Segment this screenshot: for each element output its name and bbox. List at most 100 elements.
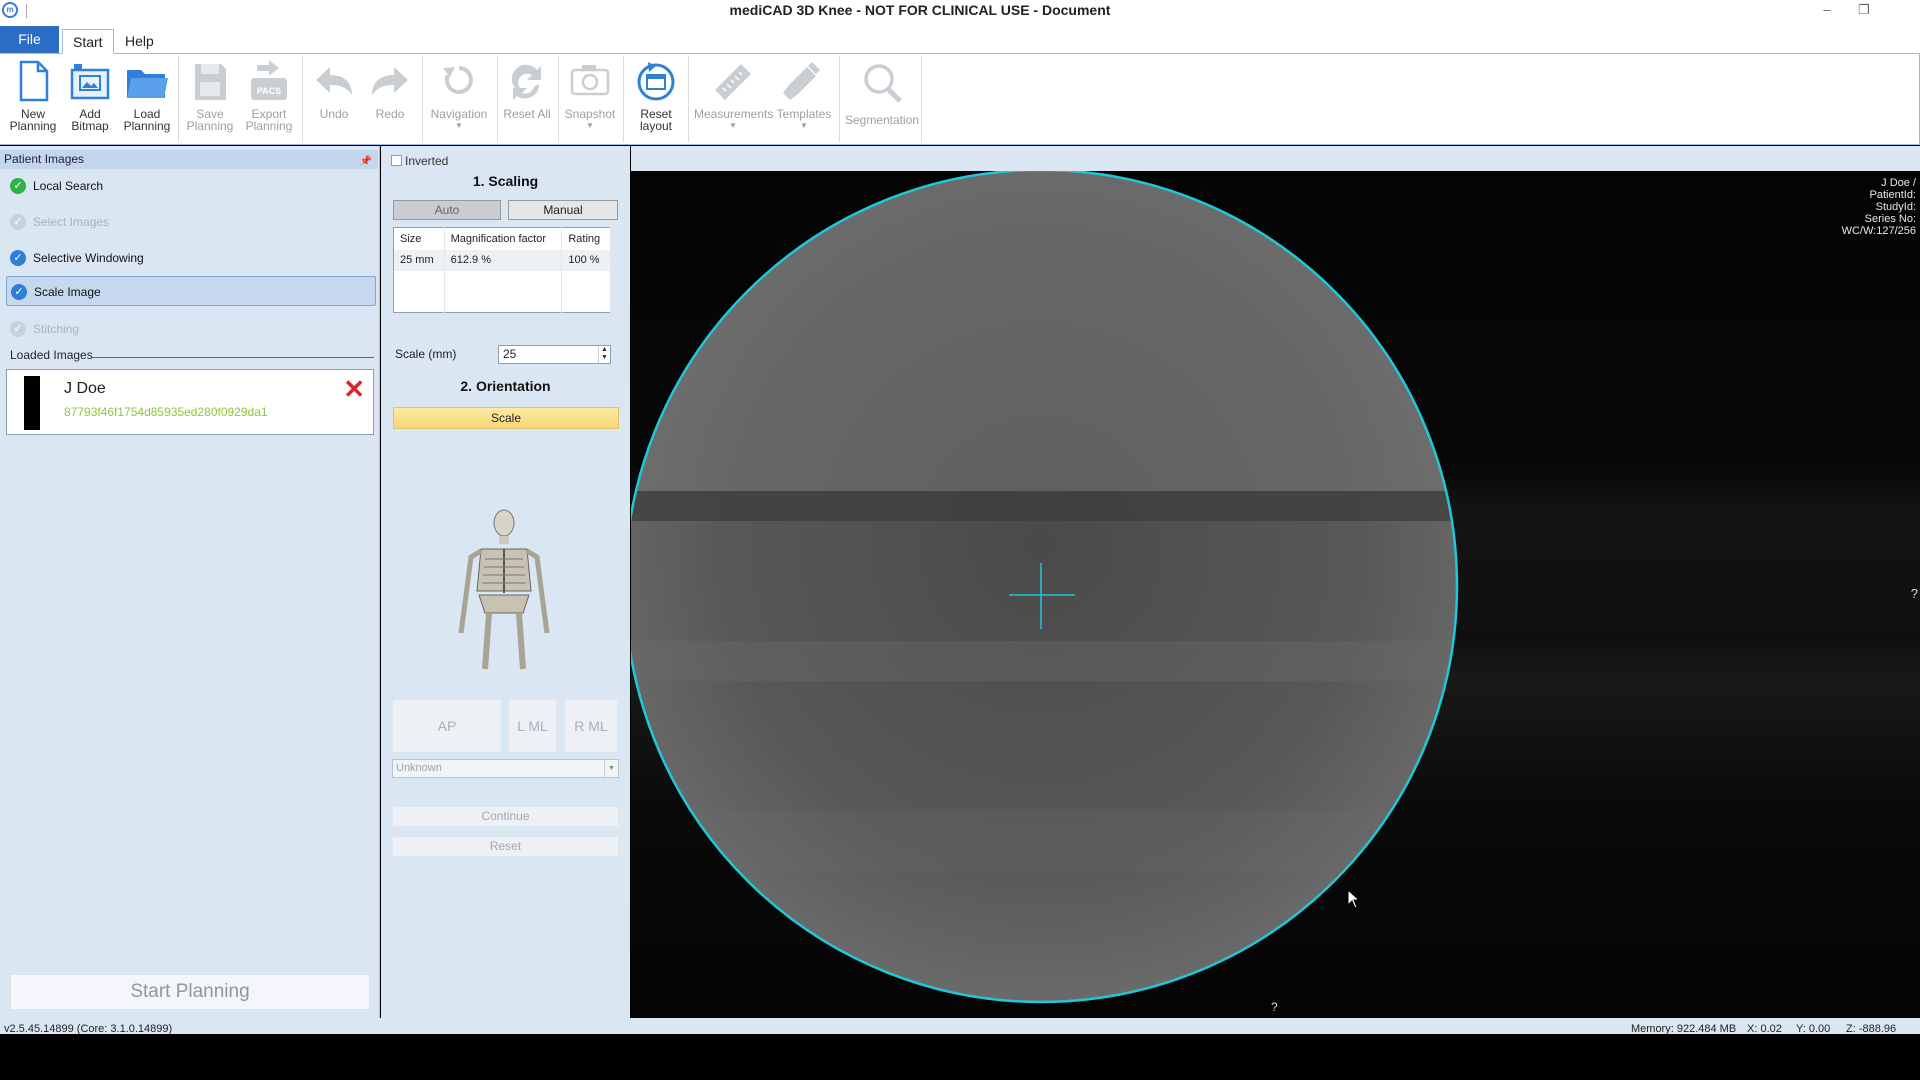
tab-help[interactable]: Help — [115, 29, 164, 54]
undo-button[interactable]: Undo — [310, 58, 358, 142]
xray-image[interactable] — [631, 171, 1920, 1018]
scaling-table: Size Magnification factor Rating 25 mm 6… — [393, 227, 611, 313]
orientation-rml-button[interactable]: R ML — [564, 699, 618, 753]
step-select-images[interactable]: ✓ Select Images — [6, 207, 376, 237]
add-bitmap-button[interactable]: Add Bitmap — [66, 58, 114, 142]
orientation-title: 2. Orientation — [460, 378, 551, 394]
start-planning-button[interactable]: Start Planning — [10, 974, 370, 1010]
save-icon — [195, 64, 226, 100]
step-label: Stitching — [33, 322, 80, 336]
overlay-study-id: StudyId: — [1875, 201, 1916, 213]
viewer-top-gap — [631, 146, 1920, 171]
image-viewer[interactable]: J Doe / PatientId: StudyId: Series No: W… — [631, 171, 1920, 1018]
new-planning-button[interactable]: New Planning — [8, 58, 58, 142]
divider — [92, 357, 374, 358]
overlay-series-no: Series No: — [1864, 213, 1916, 225]
step-label: Scale Image — [34, 285, 101, 299]
export-planning-label-2: Planning — [245, 119, 293, 133]
scale-value: 25 — [503, 347, 517, 361]
checkbox-box[interactable] — [391, 155, 402, 166]
measurements-button[interactable]: Measurements ▼ — [694, 58, 773, 142]
orientation-marker-bottom: ? — [1271, 1000, 1278, 1014]
patient-images-panel: Patient Images 📌 ✓ Local Search ✓ Select… — [0, 146, 380, 1018]
folder-icon — [127, 70, 168, 98]
overlay-patient-id: PatientId: — [1869, 189, 1916, 201]
load-planning-button[interactable]: Load Planning — [122, 58, 172, 142]
segmentation-button[interactable]: Segmentation — [844, 58, 920, 142]
ruler-icon — [715, 64, 751, 100]
check-icon: ✓ — [10, 214, 26, 230]
templates-dropdown-icon: ▼ — [800, 121, 808, 130]
templates-button[interactable]: Templates ▼ — [776, 58, 832, 142]
column-header: Size — [393, 227, 445, 250]
inverted-checkbox[interactable]: Inverted — [391, 154, 448, 168]
navigation-button[interactable]: Navigation ▼ — [428, 58, 490, 142]
ribbon-separator — [839, 56, 840, 142]
ribbon-separator — [302, 56, 303, 142]
add-bitmap-label-2: Bitmap — [71, 119, 109, 133]
snapshot-button[interactable]: Snapshot ▼ — [562, 58, 618, 142]
scale-mm-input[interactable]: 25 ▲ ▼ — [498, 345, 611, 364]
auto-mode-button[interactable]: Auto — [393, 200, 501, 220]
view-type-select[interactable]: Unknown ▼ — [392, 759, 619, 778]
spinner-icon[interactable]: ▲ ▼ — [598, 346, 610, 363]
ribbon-toolbar: New Planning Add Bitmap Load Planning Sa… — [0, 54, 1920, 145]
snapshot-label: Snapshot — [564, 107, 616, 121]
panel-header: Patient Images 📌 — [0, 150, 378, 169]
new-planning-label-2: Planning — [9, 119, 57, 133]
magnifier-icon — [864, 64, 902, 103]
column-header: Magnification factor — [444, 227, 563, 250]
save-planning-button[interactable]: Save Planning — [185, 58, 235, 142]
pacs-badge: PACS — [257, 86, 281, 96]
overlay-window-level: WC/W:127/256 — [1841, 225, 1916, 237]
loaded-image-card[interactable]: J Doe 87793f46f1754d85935ed280f0929da1 ✕ — [6, 369, 374, 435]
dicom-overlay-info: J Doe / PatientId: StudyId: Series No: W… — [1842, 177, 1916, 237]
table-row[interactable]: 25 mm 612.9 % 100 % — [393, 249, 611, 271]
file-menu-button[interactable]: File — [0, 26, 59, 53]
skeleton-orientation-icon — [458, 509, 550, 670]
export-planning-button[interactable]: PACS Export Planning — [243, 58, 295, 142]
step-selective-windowing[interactable]: ✓ Selective Windowing — [6, 243, 376, 273]
step-local-search[interactable]: ✓ Local Search — [6, 171, 376, 201]
table-cell: 25 mm — [393, 249, 445, 271]
continue-button[interactable]: Continue — [392, 806, 619, 827]
pin-icon[interactable]: 📌 — [360, 152, 372, 171]
load-planning-label-2: Planning — [123, 119, 171, 133]
step-stitching[interactable]: ✓ Stitching — [6, 314, 376, 344]
redo-icon — [372, 67, 408, 95]
orientation-lml-button[interactable]: L ML — [508, 699, 557, 753]
ribbon-separator — [623, 56, 624, 142]
reset-all-button[interactable]: Reset All — [500, 58, 554, 142]
manual-mode-button[interactable]: Manual — [508, 200, 618, 220]
view-select-value: Unknown — [396, 762, 442, 774]
reset-layout-button[interactable]: Reset layout — [630, 58, 682, 142]
camera-icon — [570, 65, 610, 96]
chevron-down-icon: ▼ — [604, 760, 618, 777]
check-icon: ✓ — [10, 321, 26, 337]
check-icon: ✓ — [11, 284, 27, 300]
table-row-empty — [393, 291, 611, 313]
reset-button[interactable]: Reset — [392, 836, 619, 857]
step-label: Selective Windowing — [33, 251, 144, 265]
remove-image-icon[interactable]: ✕ — [343, 376, 365, 402]
step-scale-image[interactable]: ✓ Scale Image — [6, 276, 376, 306]
scale-button[interactable]: Scale — [393, 407, 619, 429]
navigation-label: Navigation — [430, 107, 488, 121]
reset-all-label: Reset All — [503, 107, 551, 121]
ribbon-separator — [422, 56, 423, 142]
redo-label: Redo — [375, 107, 405, 121]
orientation-ap-button[interactable]: AP — [392, 699, 502, 753]
image-id: 87793f46f1754d85935ed280f0929da1 — [64, 405, 268, 419]
reset-all-icon — [511, 64, 541, 100]
orientation-marker-right: ? — [1910, 586, 1918, 601]
navigation-dropdown-icon: ▼ — [455, 121, 463, 130]
minimize-icon[interactable]: – — [1815, 2, 1839, 18]
redo-button[interactable]: Redo — [366, 58, 414, 142]
pacs-export-icon: PACS — [251, 60, 287, 100]
restore-icon[interactable]: ❐ — [1852, 2, 1876, 18]
step-label: Local Search — [33, 179, 104, 193]
table-cell: 100 % — [561, 249, 611, 271]
tab-start[interactable]: Start — [62, 29, 114, 54]
snapshot-dropdown-icon: ▼ — [586, 121, 594, 130]
implant-template-icon — [783, 62, 820, 100]
